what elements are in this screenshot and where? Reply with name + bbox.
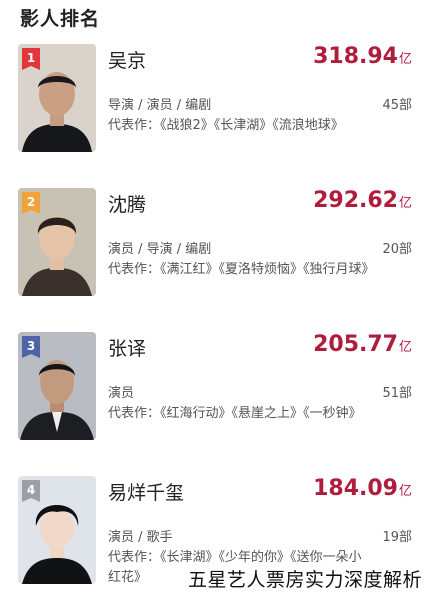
person-roles: 演员 / 歌手	[108, 530, 173, 545]
representative-works: 代表作：《战狼2》《长津湖》《流浪地球》	[108, 118, 344, 133]
section-title: 影人排名	[20, 8, 101, 30]
film-count: 20部	[382, 242, 412, 257]
representative-works: 代表作：《红海行动》《悬崖之上》《一秒钟》	[108, 406, 362, 421]
watermark-caption: 五星艺人票房实力深度解析	[185, 565, 424, 592]
box-office-value: 184.09亿	[313, 476, 412, 501]
ranking-page: 影人排名 1 吴京 318.94亿 导演 / 演员 / 编剧 45部 代表作：《…	[0, 0, 432, 600]
box-office-unit: 亿	[398, 52, 412, 67]
person-name[interactable]: 沈腾	[108, 190, 146, 217]
box-office-unit: 亿	[398, 484, 412, 499]
box-office-value: 318.94亿	[313, 44, 412, 69]
box-office-number: 318.94	[313, 44, 398, 69]
representative-works: 代表作：《满江红》《夏洛特烦恼》《独行月球》	[108, 262, 375, 277]
box-office-value: 205.77亿	[313, 332, 412, 357]
film-count: 19部	[382, 530, 412, 545]
person-card[interactable]: 1 吴京 318.94亿 导演 / 演员 / 编剧 45部 代表作：《战狼2》《…	[0, 44, 432, 184]
person-roles: 导演 / 演员 / 编剧	[108, 98, 212, 113]
box-office-unit: 亿	[398, 340, 412, 355]
box-office-number: 205.77	[313, 332, 398, 357]
person-card[interactable]: 3 张译 205.77亿 演员 51部 代表作：《红海行动》《悬崖之上》《一秒钟…	[0, 332, 432, 472]
box-office-number: 184.09	[313, 476, 398, 501]
person-card[interactable]: 2 沈腾 292.62亿 演员 / 导演 / 编剧 20部 代表作：《满江红》《…	[0, 188, 432, 328]
box-office-value: 292.62亿	[313, 188, 412, 213]
person-roles: 演员 / 导演 / 编剧	[108, 242, 212, 257]
person-name[interactable]: 吴京	[108, 46, 146, 73]
film-count: 45部	[382, 98, 412, 113]
person-name[interactable]: 张译	[108, 334, 146, 361]
film-count: 51部	[382, 386, 412, 401]
box-office-number: 292.62	[313, 188, 398, 213]
person-name[interactable]: 易烊千玺	[108, 478, 184, 505]
box-office-unit: 亿	[398, 196, 412, 211]
person-roles: 演员	[108, 386, 135, 401]
